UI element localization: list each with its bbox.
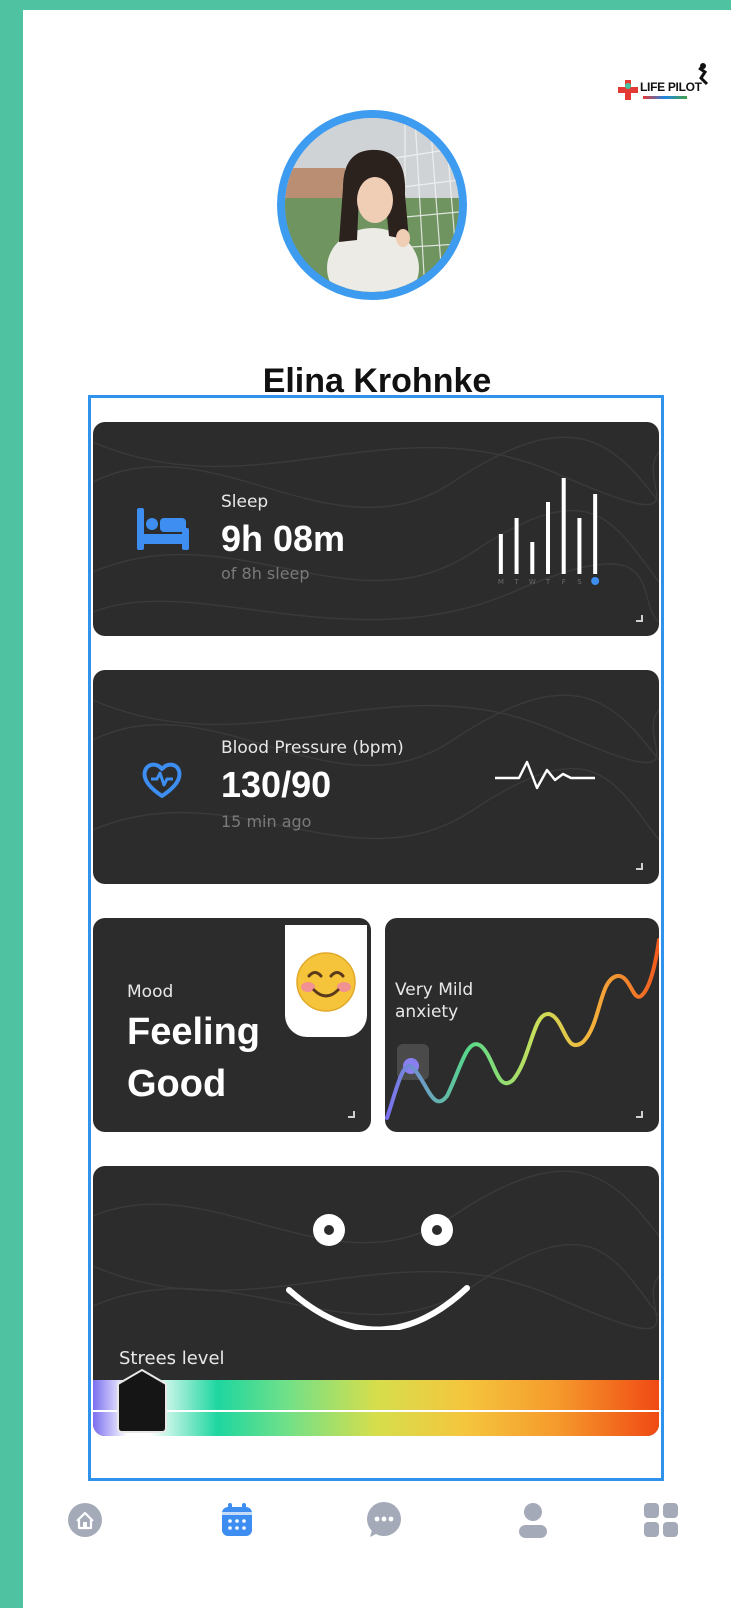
nav-home[interactable] (65, 1500, 105, 1540)
mood-emoji-tab (285, 925, 367, 1037)
sleep-subtitle: of 8h sleep (221, 564, 310, 583)
sleep-bar (514, 518, 519, 574)
sleep-bar (577, 518, 582, 574)
home-icon (68, 1503, 102, 1537)
anxiety-wave-chart (385, 938, 659, 1120)
expand-corner-icon[interactable] (636, 1111, 643, 1118)
stress-track-line (93, 1410, 659, 1412)
sleep-bar (561, 478, 566, 574)
bp-subtitle: 15 min ago (221, 812, 312, 831)
brand-logo: LIFE PILOT (611, 58, 721, 118)
stress-card[interactable]: Strees level (93, 1166, 659, 1436)
sleep-bar-chart: MTWTFS (498, 478, 600, 586)
chat-icon (367, 1502, 401, 1537)
nav-menu[interactable] (641, 1500, 681, 1540)
sleep-day-label: M (498, 578, 504, 586)
sleep-bar (593, 494, 598, 574)
mood-label: Mood (127, 982, 174, 1002)
sleep-value: 9h 08m (221, 518, 346, 559)
sleep-day-marker (591, 577, 600, 585)
smiling-face-icon (296, 952, 356, 1012)
bp-value: 130/90 (221, 764, 332, 805)
brand-underline (643, 96, 687, 99)
bp-label: Blood Pressure (bpm) (221, 738, 404, 758)
sleep-day-label: F (562, 578, 566, 586)
stress-slider-knob[interactable] (116, 1368, 168, 1434)
blood-pressure-card[interactable]: Blood Pressure (bpm) 130/90 15 min ago (93, 670, 659, 884)
sleep-bar (546, 502, 550, 574)
expand-corner-icon[interactable] (636, 863, 643, 870)
sleep-bar (530, 542, 535, 574)
sleep-day-label: W (529, 578, 536, 586)
grid-icon (644, 1503, 678, 1537)
stress-label: Strees level (119, 1348, 225, 1369)
bed-icon (137, 508, 189, 550)
heart-pulse-icon (142, 762, 182, 798)
nav-messages[interactable] (364, 1500, 404, 1540)
calendar-icon (222, 1503, 252, 1536)
nav-profile[interactable] (513, 1500, 553, 1540)
profile-icon (519, 1503, 547, 1538)
expand-corner-icon[interactable] (348, 1111, 355, 1118)
pulse-line-icon (495, 760, 595, 790)
anxiety-card[interactable]: Very Mild anxiety (385, 918, 659, 1132)
avatar[interactable] (277, 110, 467, 300)
smiley-face-icon (286, 1214, 470, 1330)
sleep-day-label: S (577, 578, 582, 586)
sleep-card[interactable]: Sleep 9h 08m of 8h sleep M T W T F S (93, 422, 659, 636)
stress-gradient-bar (93, 1380, 659, 1436)
nav-calendar[interactable] (217, 1500, 257, 1540)
mood-value-line1: Feeling (127, 1011, 261, 1053)
mood-value-line2: Good (127, 1063, 227, 1105)
avatar-photo (285, 118, 459, 292)
sleep-bar (498, 534, 503, 574)
phone-screen: LIFE PILOT Elina Krohnke Sleep 9h 08m of… (23, 10, 731, 1608)
brand-name: LIFE PILOT (640, 80, 702, 94)
sleep-day-label: T (513, 578, 519, 586)
bottom-navigation (23, 1500, 731, 1570)
expand-corner-icon[interactable] (636, 615, 643, 622)
sleep-label: Sleep (221, 492, 269, 512)
sleep-day-label: T (545, 578, 551, 586)
